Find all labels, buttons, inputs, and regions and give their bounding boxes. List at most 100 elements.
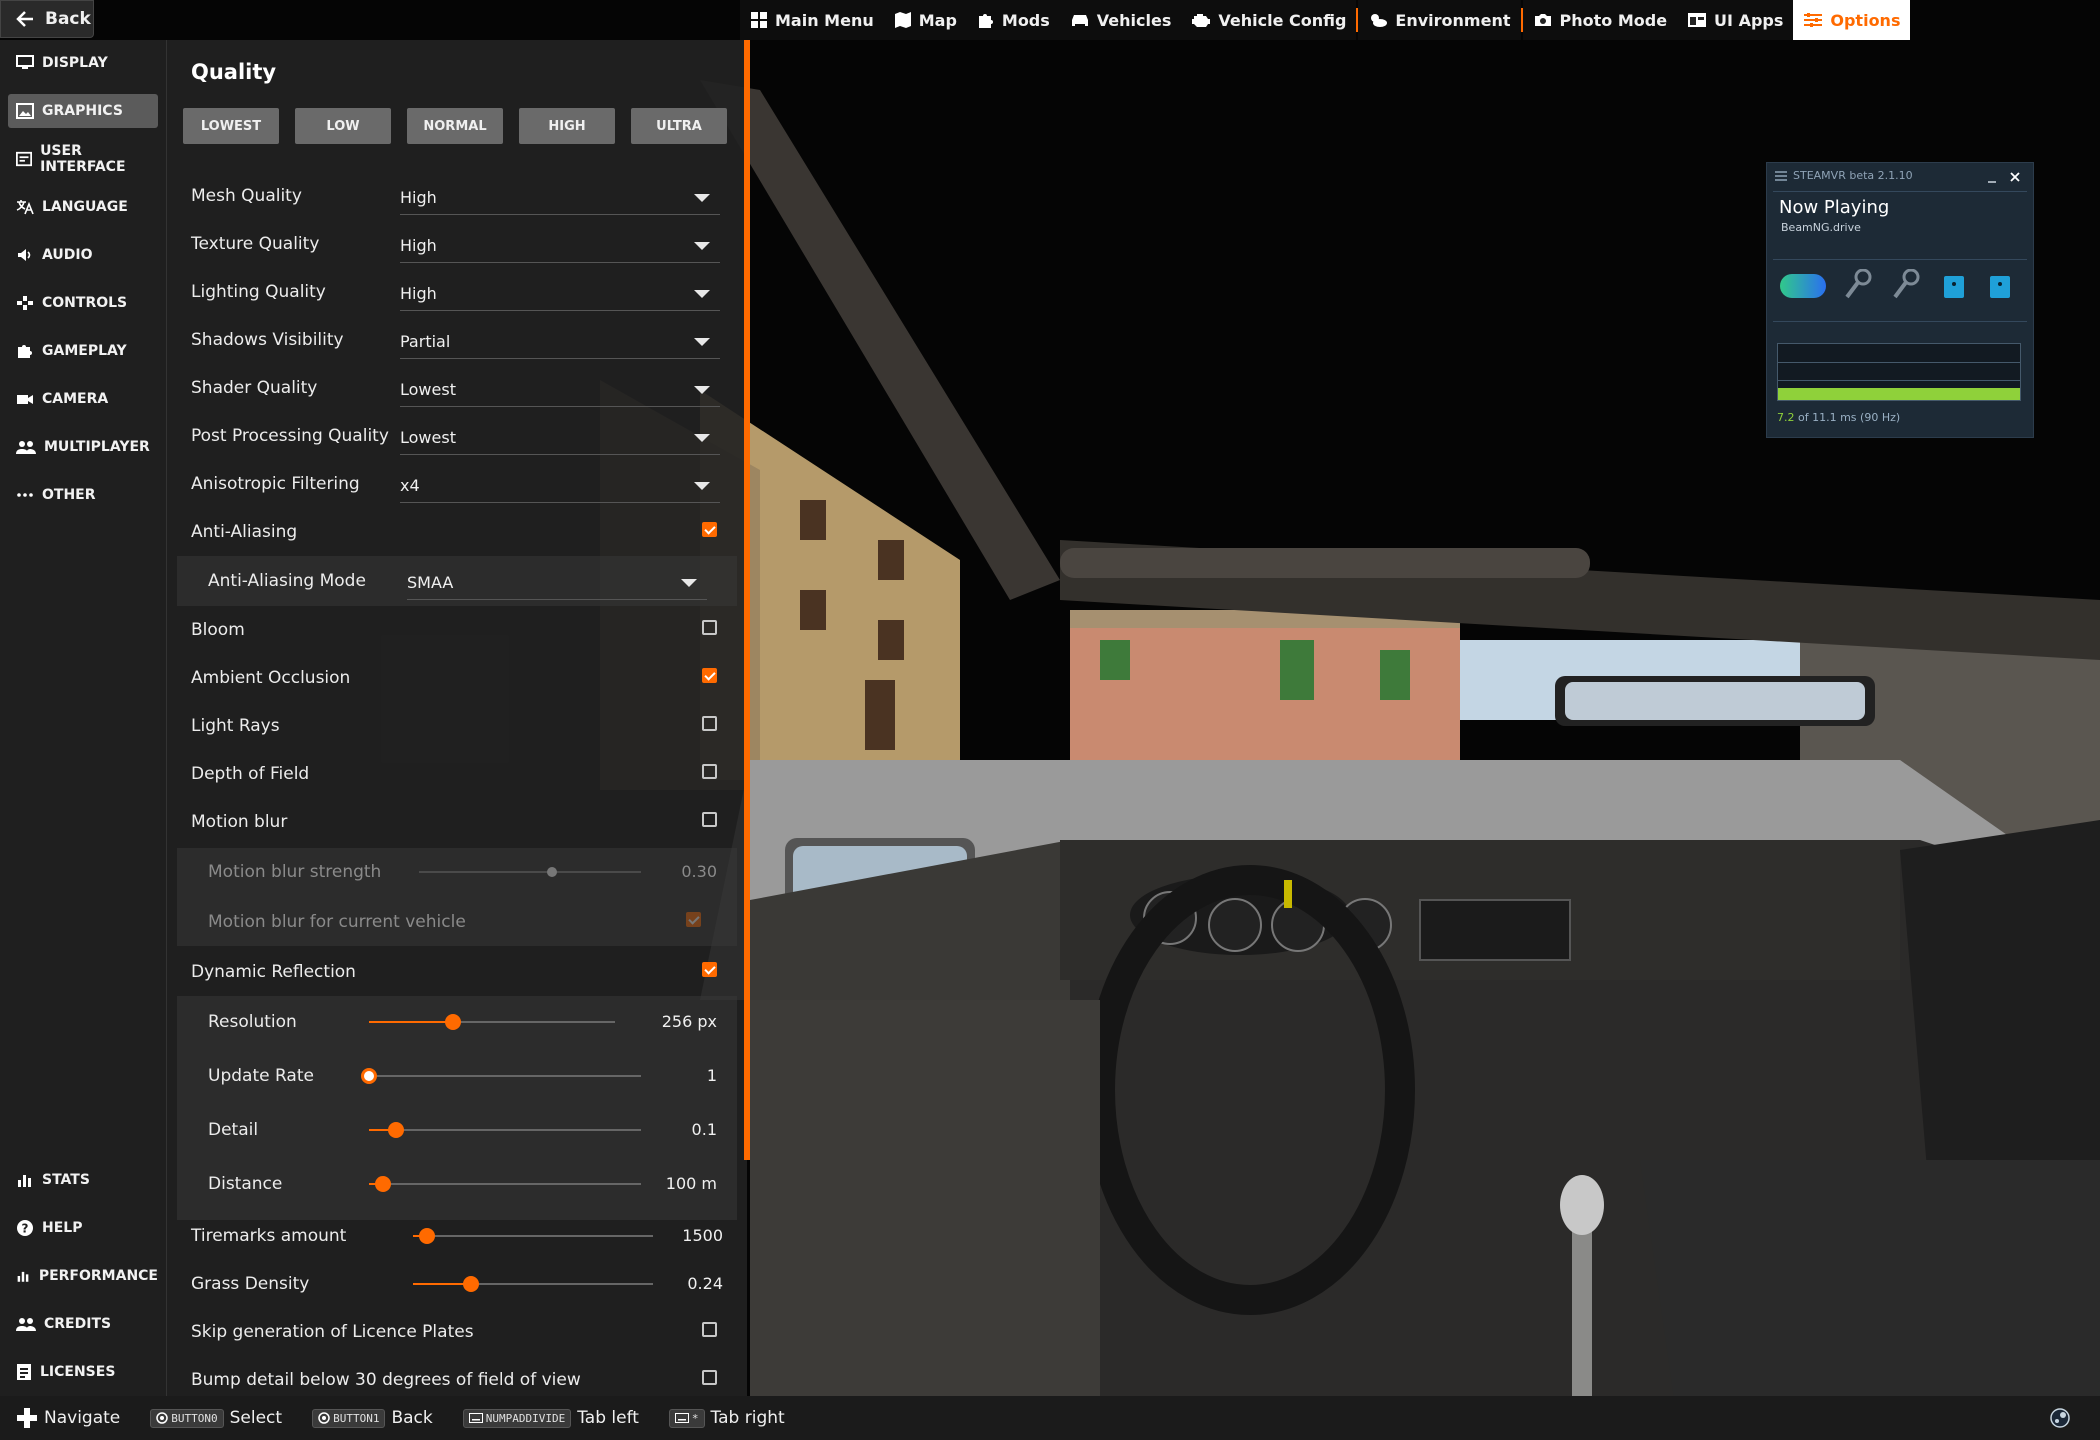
sidebar-item-label: OTHER: [42, 487, 96, 503]
reflection-update-rate-slider[interactable]: [361, 1068, 641, 1084]
chevron-down-icon: [694, 434, 710, 442]
sidebar-item-label: USER INTERFACE: [40, 143, 126, 175]
sidebar-item-credits[interactable]: CREDITS: [8, 1307, 158, 1341]
setting-reflection-detail: Detail 0.1: [167, 1108, 747, 1152]
nav-mods[interactable]: Mods: [966, 0, 1060, 40]
grass-density-slider[interactable]: [413, 1276, 653, 1292]
translate-icon: [16, 200, 34, 215]
motion-blur-vehicle-checkbox[interactable]: [686, 912, 701, 927]
divider: [1773, 321, 2027, 322]
slider-handle[interactable]: [547, 867, 558, 877]
sidebar-item-graphics[interactable]: GRAPHICS: [8, 94, 158, 128]
tiremarks-slider[interactable]: [413, 1228, 653, 1244]
slider-handle[interactable]: [388, 1122, 405, 1138]
mesh-quality-dropdown[interactable]: High: [400, 178, 720, 215]
preset-ultra-button[interactable]: ULTRA: [631, 108, 727, 144]
sidebar-item-label: AUDIO: [42, 247, 93, 263]
slider-handle[interactable]: [374, 1176, 391, 1192]
nav-options[interactable]: Options: [1793, 0, 1911, 40]
slider-handle[interactable]: [419, 1228, 436, 1244]
shader-quality-dropdown[interactable]: Lowest: [400, 370, 720, 407]
setting-label: Motion blur: [191, 812, 288, 832]
sidebar-item-help[interactable]: ? HELP: [8, 1211, 158, 1245]
sidebar-item-label: CONTROLS: [42, 295, 128, 311]
slider-value: 1: [706, 1066, 717, 1085]
nav-environment[interactable]: Environment: [1358, 0, 1521, 40]
minimize-icon[interactable]: [1987, 173, 1997, 183]
sidebar-item-display[interactable]: DISPLAY: [8, 46, 158, 80]
shadows-visibility-dropdown[interactable]: Partial: [400, 322, 720, 359]
setting-label: Resolution: [208, 1012, 297, 1032]
sidebar-item-label: HELP: [42, 1220, 83, 1236]
motion-blur-strength-slider[interactable]: [419, 867, 641, 877]
slider-handle[interactable]: [462, 1276, 479, 1292]
nav-main-menu[interactable]: Main Menu: [740, 0, 884, 40]
licence-plates-checkbox[interactable]: [702, 1322, 717, 1337]
back-button[interactable]: Back: [0, 0, 94, 38]
setting-label: Depth of Field: [191, 764, 310, 784]
sidebar-item-camera[interactable]: CAMERA: [8, 382, 158, 416]
panel-scrollbar[interactable]: [744, 40, 750, 1160]
sidebar-item-gameplay[interactable]: GAMEPLAY: [8, 334, 158, 368]
setting-reflection-distance: Distance 100 m: [167, 1162, 747, 1206]
nav-map-label: Map: [918, 10, 957, 30]
nav-vehicles[interactable]: Vehicles: [1059, 0, 1182, 40]
nav-photo-mode[interactable]: Photo Mode: [1522, 0, 1678, 40]
texture-quality-dropdown[interactable]: High: [400, 226, 720, 263]
reflection-detail-slider[interactable]: [369, 1122, 641, 1138]
post-processing-quality-dropdown[interactable]: Lowest: [400, 418, 720, 455]
ambient-occlusion-checkbox[interactable]: [702, 668, 717, 683]
slider-handle[interactable]: [444, 1014, 461, 1030]
depth-of-field-checkbox[interactable]: [702, 764, 717, 779]
lighting-quality-dropdown[interactable]: High: [400, 274, 720, 311]
reflection-distance-slider[interactable]: [369, 1176, 641, 1192]
anisotropic-filtering-dropdown[interactable]: x4: [400, 466, 720, 503]
bump-detail-checkbox[interactable]: [702, 1370, 717, 1385]
slider-value: 0.30: [681, 862, 717, 881]
anti-aliasing-mode-dropdown[interactable]: SMAA: [407, 563, 707, 600]
sidebar-item-controls[interactable]: CONTROLS: [8, 286, 158, 320]
bar-chart-icon: [18, 1175, 31, 1187]
motion-blur-checkbox[interactable]: [702, 812, 717, 827]
steamvr-overlay: STEAMVR beta 2.1.10 Now Playing BeamNG.d…: [1766, 162, 2034, 438]
graph-fill: [1778, 388, 2020, 400]
sidebar-item-user-interface[interactable]: USER INTERFACE: [8, 142, 158, 176]
setting-lighting-quality: Lighting Quality High: [167, 270, 747, 314]
nav-vehicle-config[interactable]: Vehicle Config: [1181, 0, 1357, 40]
hint-tab-right: * Tab right: [668, 1408, 785, 1428]
sidebar-item-label: CREDITS: [44, 1316, 112, 1332]
slider-value: 1500: [682, 1226, 723, 1245]
preset-lowest-button[interactable]: LOWEST: [183, 108, 279, 144]
sidebar-item-multiplayer[interactable]: MULTIPLAYER: [8, 430, 158, 464]
setting-label: Detail: [208, 1120, 259, 1140]
sidebar-item-label: GAMEPLAY: [42, 343, 127, 359]
nav-map[interactable]: Map: [883, 0, 967, 40]
light-rays-checkbox[interactable]: [702, 716, 717, 731]
chevron-down-icon: [694, 386, 710, 394]
nav-ui-apps[interactable]: UI Apps: [1677, 0, 1794, 40]
menu-icon[interactable]: [1775, 171, 1787, 181]
dynamic-reflection-checkbox[interactable]: [702, 962, 717, 977]
reflection-resolution-slider[interactable]: [369, 1014, 615, 1030]
button-icon: [318, 1412, 330, 1424]
preset-low-button[interactable]: LOW: [295, 108, 391, 144]
anti-aliasing-checkbox[interactable]: [702, 522, 717, 537]
sidebar-item-licenses[interactable]: LICENSES: [8, 1355, 158, 1389]
sidebar-item-audio[interactable]: AUDIO: [8, 238, 158, 272]
sidebar-item-other[interactable]: OTHER: [8, 478, 158, 512]
hint-label: Select: [229, 1408, 283, 1428]
close-icon[interactable]: [2009, 171, 2021, 183]
frame-time-value: 7.2: [1777, 411, 1795, 424]
hint-tab-left: NUMPADDIVIDE Tab left: [462, 1408, 639, 1428]
bloom-checkbox[interactable]: [702, 620, 717, 635]
sidebar-item-language[interactable]: LANGUAGE: [8, 190, 158, 224]
slider-fill: [369, 1021, 453, 1023]
headset-icon: [1780, 274, 1826, 298]
sidebar-item-stats[interactable]: STATS: [8, 1163, 158, 1197]
preset-high-button[interactable]: HIGH: [519, 108, 615, 144]
sidebar-item-performance[interactable]: PERFORMANCE: [8, 1259, 158, 1293]
frame-timing-text: 7.2 of 11.1 ms (90 Hz): [1777, 411, 1900, 424]
slider-handle[interactable]: [361, 1068, 377, 1084]
nav-photo-mode-label: Photo Mode: [1559, 10, 1668, 30]
preset-normal-button[interactable]: NORMAL: [407, 108, 503, 144]
